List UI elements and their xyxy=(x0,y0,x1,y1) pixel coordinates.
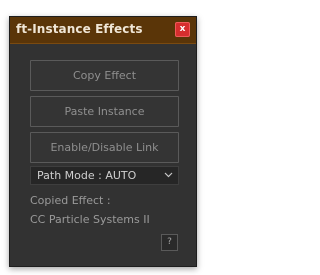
close-button[interactable]: x xyxy=(175,22,190,37)
title-bar[interactable]: ft-Instance Effects x xyxy=(10,17,196,44)
path-mode-dropdown[interactable]: Path Mode : AUTO xyxy=(30,166,179,185)
copied-effect-value: CC Particle Systems II xyxy=(30,213,150,226)
paste-instance-button[interactable]: Paste Instance xyxy=(30,96,179,127)
copy-effect-button[interactable]: Copy Effect xyxy=(30,60,179,91)
instance-effects-panel: ft-Instance Effects x Copy Effect Paste … xyxy=(9,16,197,267)
window-title: ft-Instance Effects xyxy=(16,22,143,36)
copied-effect-label: Copied Effect : xyxy=(30,194,111,207)
enable-disable-link-button[interactable]: Enable/Disable Link xyxy=(30,132,179,163)
help-button[interactable]: ? xyxy=(161,234,178,251)
path-mode-selected-value: Path Mode : AUTO xyxy=(37,169,137,182)
chevron-down-icon xyxy=(164,172,173,178)
